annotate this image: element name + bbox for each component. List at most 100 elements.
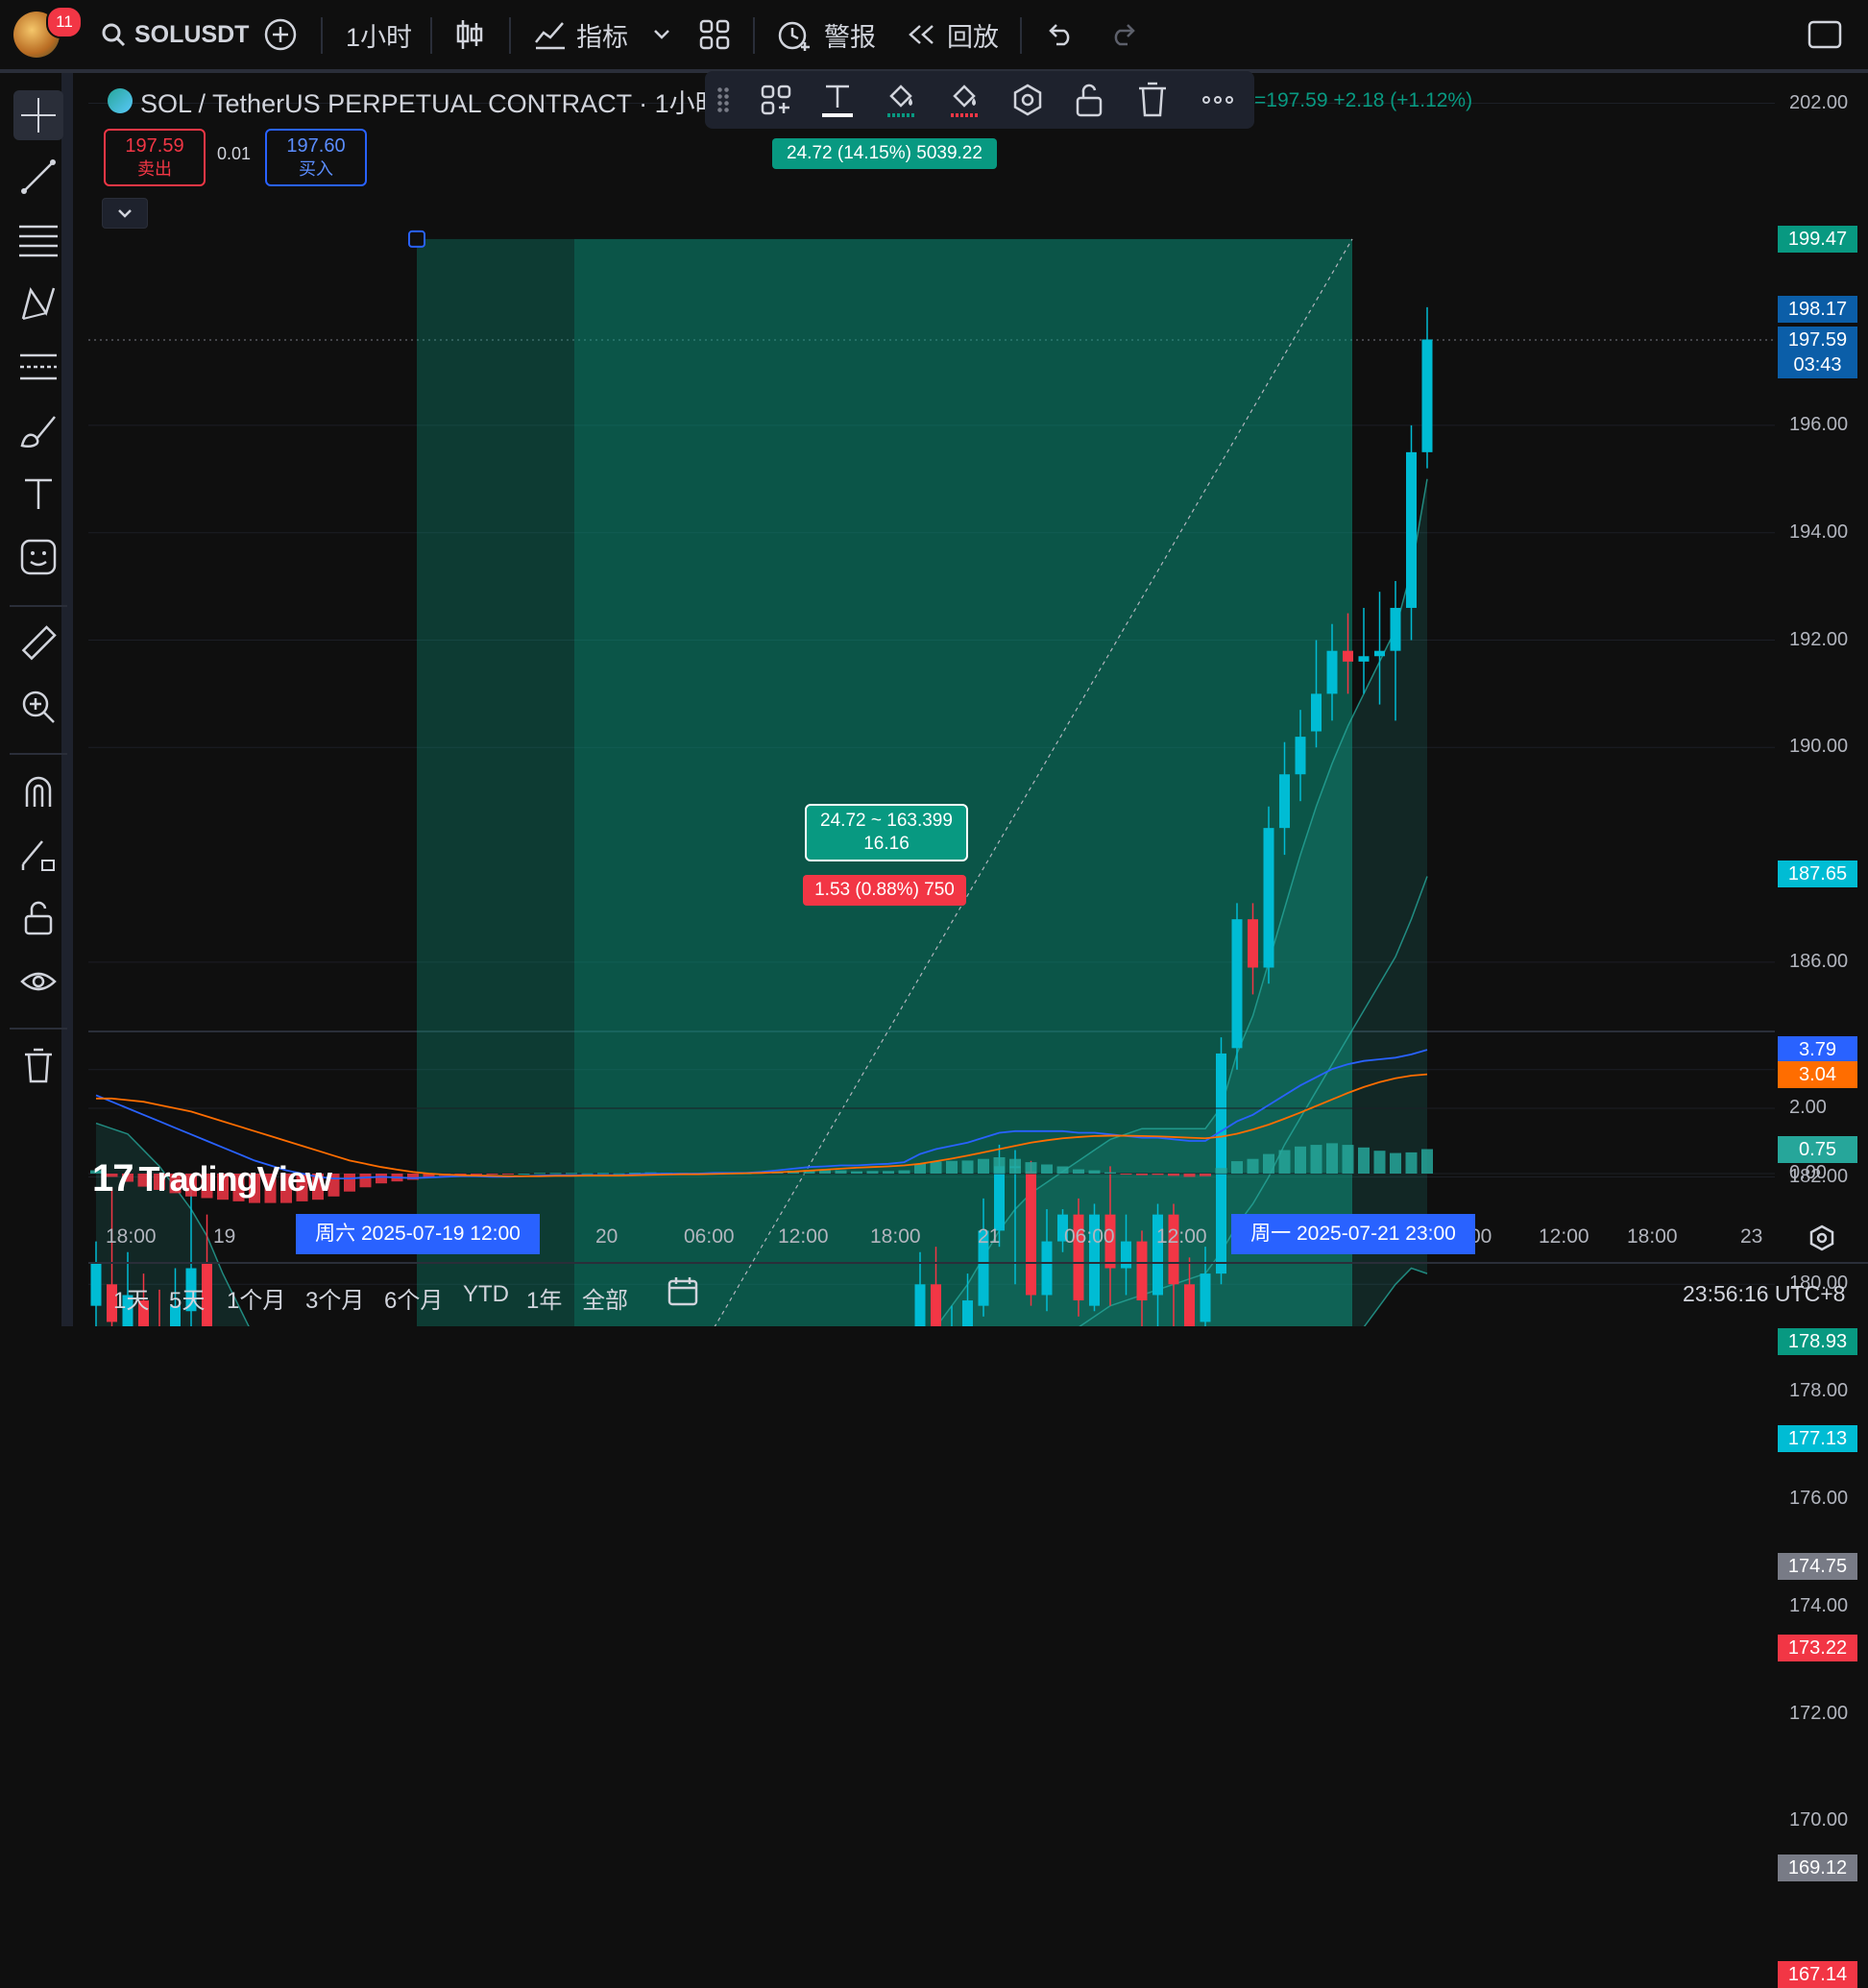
chart-legend: SOL / TetherUS PERPETUAL CONTRACT · 1小时 … bbox=[108, 85, 737, 118]
price-tag: 169.12 bbox=[1778, 1855, 1857, 1882]
drag-handle-icon[interactable] bbox=[716, 86, 730, 113]
macd-histogram-bar bbox=[1073, 1169, 1084, 1174]
macd-histogram-bar bbox=[566, 1173, 577, 1175]
lock-icon[interactable] bbox=[1074, 81, 1104, 119]
fill-color-stop-icon[interactable] bbox=[947, 81, 982, 119]
time-tick: 20 bbox=[595, 1225, 619, 1248]
macd-histogram-bar bbox=[471, 1174, 482, 1175]
macd-histogram-bar bbox=[1041, 1164, 1053, 1174]
macd-histogram-bar bbox=[1358, 1147, 1370, 1174]
macd-histogram-bar bbox=[1231, 1161, 1243, 1174]
range-button[interactable]: 1年 bbox=[526, 1281, 562, 1315]
macd-histogram-bar bbox=[914, 1163, 926, 1174]
macd-histogram-bar bbox=[1104, 1172, 1116, 1174]
candle-body bbox=[1326, 650, 1338, 694]
macd-histogram-bar bbox=[1215, 1168, 1227, 1174]
time-tick: 18:00 bbox=[870, 1225, 921, 1248]
macd-histogram-bar bbox=[1405, 1152, 1418, 1174]
chart-settings-button[interactable] bbox=[1807, 1224, 1836, 1257]
macd-histogram-bar bbox=[1295, 1146, 1306, 1174]
price-tag: 198.17 bbox=[1778, 295, 1857, 323]
delete-icon[interactable] bbox=[1137, 81, 1168, 119]
range-button[interactable]: 全部 bbox=[582, 1281, 628, 1315]
macd-histogram-bar bbox=[1025, 1162, 1037, 1174]
price-chart[interactable] bbox=[0, 0, 1868, 1326]
legend-change: =197.59 +2.18 (+1.12%) bbox=[1254, 89, 1473, 111]
chevron-down-icon bbox=[118, 209, 132, 218]
macd-histogram-bar bbox=[613, 1173, 625, 1175]
macd-histogram-bar bbox=[376, 1174, 387, 1184]
candle-body bbox=[1279, 774, 1290, 829]
macd-histogram-bar bbox=[534, 1173, 546, 1175]
macd-histogram-bar bbox=[835, 1170, 847, 1174]
fill-color-target-icon[interactable] bbox=[884, 81, 918, 119]
buy-button[interactable]: 197.60 买入 bbox=[265, 129, 367, 186]
candle-body bbox=[1311, 693, 1322, 732]
price-tag: 03:43 bbox=[1778, 352, 1857, 379]
price-tick: 196.00 bbox=[1789, 413, 1849, 435]
candle-body bbox=[1343, 650, 1353, 662]
macd-tag: 3.79 bbox=[1778, 1036, 1857, 1064]
range-button[interactable]: 1个月 bbox=[227, 1281, 285, 1315]
calendar-icon bbox=[667, 1277, 698, 1306]
price-tag: 197.59 bbox=[1778, 327, 1857, 354]
macd-histogram-bar bbox=[344, 1174, 355, 1192]
range-button[interactable]: 3个月 bbox=[305, 1281, 364, 1315]
price-tag: 199.47 bbox=[1778, 225, 1857, 253]
time-marker-end: 周一 2025-07-21 23:00 bbox=[1231, 1214, 1475, 1254]
templates-icon[interactable] bbox=[761, 85, 791, 115]
candle-body bbox=[1216, 1053, 1226, 1274]
target-label: 24.72 (14.15%) 5039.22 bbox=[772, 138, 997, 169]
macd-histogram-bar bbox=[1342, 1145, 1354, 1174]
macd-histogram-bar bbox=[518, 1174, 530, 1175]
macd-histogram-bar bbox=[851, 1171, 862, 1174]
range-button[interactable]: 5天 bbox=[169, 1281, 205, 1315]
text-color-icon[interactable] bbox=[820, 81, 855, 119]
macd-histogram-bar bbox=[1278, 1150, 1291, 1174]
macd-tag: 3.04 bbox=[1778, 1060, 1857, 1088]
time-tick: 19 bbox=[213, 1225, 236, 1248]
spread-value: 0.01 bbox=[217, 144, 252, 163]
more-icon[interactable] bbox=[1201, 90, 1235, 109]
macd-histogram-bar bbox=[1390, 1152, 1401, 1174]
settings-icon[interactable] bbox=[1010, 83, 1045, 117]
collapse-legend-button[interactable] bbox=[102, 198, 148, 229]
stop-label: 1.53 (0.88%) 750 bbox=[803, 875, 966, 906]
time-tick: 18:00 bbox=[106, 1225, 157, 1248]
macd-histogram-bar bbox=[978, 1158, 989, 1174]
price-tick: 194.00 bbox=[1789, 521, 1849, 543]
macd-histogram-bar bbox=[1183, 1174, 1196, 1177]
price-tag: 167.14 bbox=[1778, 1961, 1857, 1988]
sell-label: 卖出 bbox=[137, 159, 172, 179]
macd-histogram-bar bbox=[961, 1160, 974, 1174]
price-tick: 172.00 bbox=[1789, 1702, 1849, 1724]
macd-histogram-bar bbox=[1200, 1174, 1211, 1176]
macd-histogram-bar bbox=[930, 1161, 942, 1174]
utc-clock[interactable]: 23:56:16 UTC+8 bbox=[1683, 1281, 1845, 1307]
macd-histogram-bar bbox=[1056, 1166, 1069, 1174]
range-button[interactable]: 1天 bbox=[113, 1281, 149, 1315]
macd-histogram-bar bbox=[1088, 1170, 1101, 1174]
macd-tick: 0.00 bbox=[1789, 1162, 1827, 1183]
macd-histogram-bar bbox=[1009, 1158, 1021, 1174]
buy-label: 买入 bbox=[299, 159, 333, 179]
time-tick: 06:00 bbox=[684, 1225, 735, 1248]
date-range-button[interactable] bbox=[667, 1275, 699, 1313]
buy-price: 197.60 bbox=[286, 135, 346, 157]
macd-histogram-bar bbox=[1136, 1174, 1148, 1176]
sell-price: 197.59 bbox=[125, 135, 184, 157]
candle-body bbox=[1421, 339, 1433, 452]
macd-histogram-bar bbox=[819, 1170, 831, 1174]
candle-body bbox=[1263, 828, 1274, 968]
macd-histogram-bar bbox=[1168, 1174, 1179, 1176]
candle-body bbox=[1231, 919, 1243, 1049]
candle-body bbox=[1374, 650, 1385, 657]
macd-histogram-bar bbox=[597, 1173, 609, 1175]
center-label-line2: 16.16 bbox=[863, 834, 910, 854]
macd-histogram-bar bbox=[1263, 1153, 1274, 1174]
range-button[interactable]: 6个月 bbox=[384, 1281, 443, 1315]
price-tag: 178.93 bbox=[1778, 1328, 1857, 1356]
drag-handle bbox=[408, 230, 425, 248]
range-button[interactable]: YTD bbox=[463, 1281, 509, 1308]
sell-button[interactable]: 197.59 卖出 bbox=[104, 129, 206, 186]
